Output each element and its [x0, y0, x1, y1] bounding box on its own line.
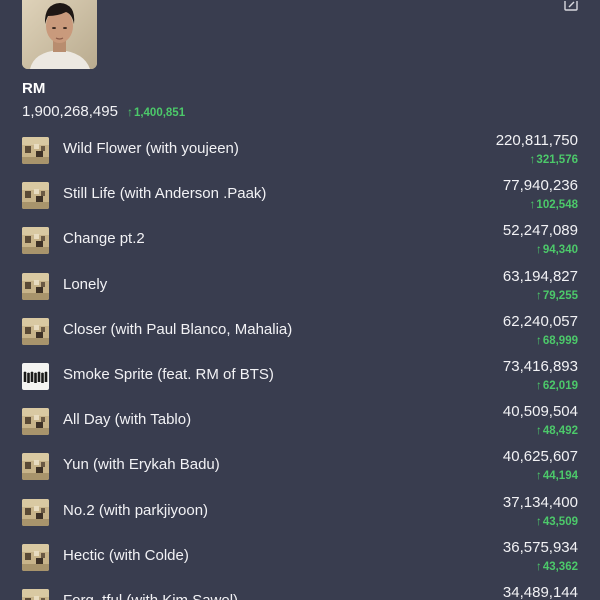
arrow-up-icon: ↑ — [535, 242, 542, 257]
arrow-up-icon: ↑ — [535, 377, 542, 392]
track-cover — [22, 272, 49, 300]
track-stream-count: 220,811,750 — [495, 132, 578, 149]
track-cover — [22, 453, 49, 481]
track-streams: 34,489,144 — [503, 584, 578, 600]
track-title[interactable]: No.2 (with parkjiyoon) — [63, 502, 208, 519]
artist-name: RM — [22, 80, 46, 97]
arrow-up-icon: ↑ — [535, 558, 542, 573]
track-stream-count: 36,575,934 — [502, 538, 578, 556]
arrow-up-icon: ↑ — [126, 105, 133, 119]
artist-panel: RM 1,900,268,495 ↑ 1,400,851 Wild Flower… — [0, 0, 600, 600]
track-title[interactable]: Closer (with Paul Blanco, Mahalia) — [63, 321, 292, 338]
track-title[interactable]: Hectic (with Colde) — [63, 547, 189, 564]
track-stream-count: 62,240,057 — [502, 312, 578, 330]
track-daily-change-value: 79,255 — [542, 289, 578, 302]
track-cover — [22, 588, 49, 600]
track-row[interactable]: Wild Flower (with youjeen) 220,811,750 ↑ 32… — [0, 126, 600, 171]
track-cover — [22, 317, 49, 345]
track-cover — [22, 498, 49, 526]
arrow-up-icon: ↑ — [529, 152, 536, 166]
track-streams: 36,575,934 ↑ 43,362 — [503, 539, 578, 574]
track-title[interactable]: Forg_tful (with Kim Sawol) — [63, 592, 238, 600]
track-title[interactable]: Smoke Sprite (feat. RM of BTS) — [63, 366, 274, 383]
track-row[interactable]: Closer (with Paul Blanco, Mahalia) 62,240… — [0, 307, 600, 352]
track-cover — [22, 408, 49, 436]
track-daily-change: ↑ 48,492 — [503, 423, 578, 438]
arrow-up-icon: ↑ — [535, 423, 542, 438]
track-row[interactable]: Yun (with Erykah Badu) 40,625,607 ↑ 44,194 — [0, 442, 600, 487]
track-daily-change-value: 48,492 — [542, 425, 578, 438]
track-row[interactable]: All Day (with Tablo) 40,509,504 ↑ 48,492 — [0, 397, 600, 442]
track-daily-change: ↑ 94,340 — [503, 242, 578, 257]
track-daily-change: ↑ 44,194 — [503, 468, 578, 483]
track-stream-count: 77,940,236 — [502, 177, 578, 195]
track-daily-change-value: 94,340 — [542, 244, 578, 257]
track-streams: 37,134,400 ↑ 43,509 — [503, 494, 578, 529]
track-daily-change: ↑ 102,548 — [503, 197, 578, 212]
track-streams: 220,811,750 ↑ 321,576 — [496, 132, 578, 167]
track-row[interactable]: Lonely 63,194,827 ↑ 79,255 — [0, 262, 600, 307]
track-daily-change: ↑ 62,019 — [503, 378, 578, 393]
track-streams: 63,194,827 ↑ 79,255 — [503, 268, 578, 303]
track-title[interactable]: Yun (with Erykah Badu) — [63, 456, 220, 473]
arrow-up-icon: ↑ — [535, 513, 542, 528]
track-row[interactable]: No.2 (with parkjiyoon) 37,134,400 ↑ 43,509 — [0, 488, 600, 533]
track-streams: 40,509,504 ↑ 48,492 — [503, 403, 578, 438]
track-title[interactable]: Still Life (with Anderson .Paak) — [63, 185, 266, 202]
track-cover — [22, 227, 49, 255]
track-title[interactable]: Lonely — [63, 276, 107, 293]
track-daily-change: ↑ 43,509 — [503, 514, 578, 529]
track-streams: 40,625,607 ↑ 44,194 — [503, 448, 578, 483]
artist-stats: 1,900,268,495 ↑ 1,400,851 — [22, 103, 185, 120]
track-daily-change-value: 102,548 — [536, 199, 578, 212]
track-daily-change-value: 43,362 — [542, 560, 578, 573]
artist-total-streams: 1,900,268,495 — [22, 103, 118, 120]
track-streams: 52,247,089 ↑ 94,340 — [503, 222, 578, 257]
track-row[interactable]: Smoke Sprite (feat. RM of BTS) 73,416,893… — [0, 352, 600, 397]
track-list: Wild Flower (with youjeen) 220,811,750 ↑ 32… — [0, 126, 600, 600]
track-stream-count: 73,416,893 — [502, 357, 578, 375]
track-row[interactable]: Still Life (with Anderson .Paak) 77,940,2… — [0, 171, 600, 216]
track-title[interactable]: All Day (with Tablo) — [63, 411, 191, 428]
track-title[interactable]: Change pt.2 — [63, 230, 145, 247]
track-daily-change-value: 321,576 — [536, 154, 578, 166]
track-daily-change-value: 44,194 — [542, 470, 578, 483]
track-cover — [22, 182, 49, 210]
track-streams: 77,940,236 ↑ 102,548 — [503, 177, 578, 212]
arrow-up-icon: ↑ — [535, 332, 542, 347]
track-daily-change: ↑ 43,362 — [503, 559, 578, 574]
track-daily-change-value: 68,999 — [542, 334, 578, 347]
track-row[interactable]: Hectic (with Colde) 36,575,934 ↑ 43,362 — [0, 533, 600, 578]
track-daily-change: ↑ 68,999 — [503, 333, 578, 348]
arrow-up-icon: ↑ — [529, 197, 536, 212]
artist-daily-change: ↑ 1,400,851 — [127, 105, 185, 119]
track-row[interactable]: Change pt.2 52,247,089 ↑ 94,340 — [0, 216, 600, 261]
track-cover — [22, 362, 49, 390]
track-row[interactable]: Forg_tful (with Kim Sawol) 34,489,144 — [0, 578, 600, 600]
track-stream-count: 37,134,400 — [502, 493, 578, 511]
track-title[interactable]: Wild Flower (with youjeen) — [63, 140, 239, 157]
track-stream-count: 40,625,607 — [502, 448, 578, 466]
track-stream-count: 52,247,089 — [502, 222, 578, 240]
track-daily-change: ↑ 79,255 — [503, 288, 578, 303]
arrow-up-icon: ↑ — [535, 468, 542, 483]
track-daily-change-value: 43,509 — [542, 515, 578, 528]
track-streams: 73,416,893 ↑ 62,019 — [503, 358, 578, 393]
arrow-up-icon: ↑ — [535, 287, 542, 302]
track-cover — [22, 137, 49, 164]
track-daily-change-value: 62,019 — [542, 379, 578, 392]
track-daily-change: ↑ 321,576 — [496, 152, 578, 167]
track-stream-count: 63,194,827 — [502, 267, 578, 285]
edit-button[interactable] — [562, 0, 580, 12]
edit-icon — [564, 1, 578, 11]
track-stream-count: 40,509,504 — [502, 403, 578, 421]
artist-daily-change-value: 1,400,851 — [133, 107, 186, 119]
artist-avatar[interactable] — [22, 0, 97, 69]
track-cover — [22, 543, 49, 571]
track-stream-count: 34,489,144 — [502, 583, 578, 600]
track-streams: 62,240,057 ↑ 68,999 — [503, 313, 578, 348]
